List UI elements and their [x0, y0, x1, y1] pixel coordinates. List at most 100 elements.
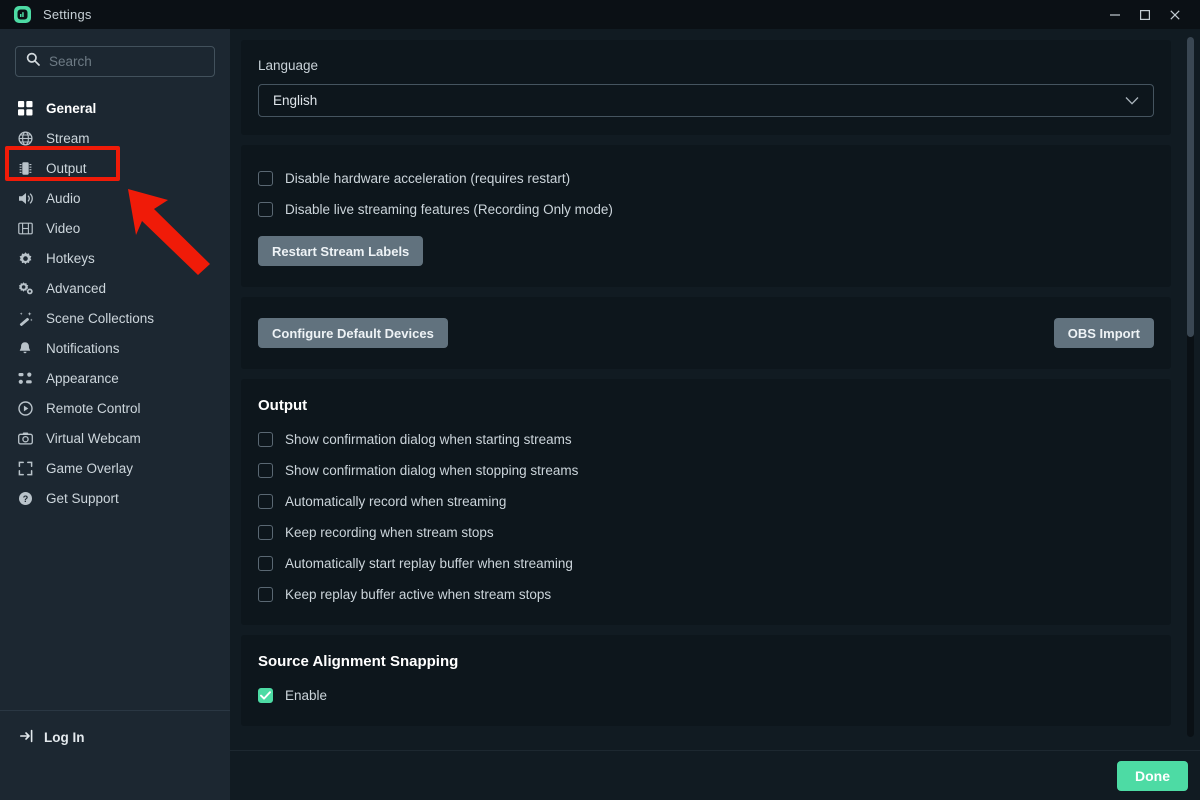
show-confirmation-stopping-checkbox[interactable]	[258, 463, 273, 478]
window-controls	[1100, 0, 1200, 29]
sidebar-item-label: Hotkeys	[46, 250, 95, 266]
sidebar-item-notifications[interactable]: Notifications	[0, 333, 230, 363]
disable-live-streaming-checkbox[interactable]	[258, 202, 273, 217]
checkbox-label: Keep replay buffer active when stream st…	[285, 587, 552, 602]
checkbox-label: Automatically start replay buffer when s…	[285, 556, 573, 571]
settings-window: Settings Search General Stream Output Au…	[0, 0, 1200, 800]
sidebar-item-stream[interactable]: Stream	[0, 123, 230, 153]
checkbox-row[interactable]: Automatically start replay buffer when s…	[258, 551, 1154, 576]
sidebar-item-label: Stream	[46, 130, 90, 146]
configure-default-devices-button[interactable]: Configure Default Devices	[258, 318, 448, 348]
sidebar-item-label: Get Support	[46, 490, 119, 506]
language-value: English	[273, 93, 318, 108]
gear-icon	[18, 249, 38, 267]
gears-icon	[18, 279, 38, 297]
sidebar-item-advanced[interactable]: Advanced	[0, 273, 230, 303]
close-icon[interactable]	[1160, 0, 1190, 29]
sidebar-footer: Log In	[0, 710, 230, 764]
search-field[interactable]	[15, 46, 215, 77]
bottom-bar: Done	[230, 750, 1200, 800]
source-alignment-panel: Source Alignment Snapping Enable	[241, 635, 1171, 726]
sidebar-item-label: Remote Control	[46, 400, 141, 416]
checkbox-row[interactable]: Disable live streaming features (Recordi…	[258, 197, 1154, 222]
chevron-down-icon	[1125, 93, 1139, 108]
settings-scroll-area[interactable]: Language English Disable hardware accele…	[230, 29, 1200, 750]
output-section-title: Output	[258, 397, 308, 414]
sidebar-item-scene-collections[interactable]: Scene Collections	[0, 303, 230, 333]
title-bar: Settings	[0, 0, 1200, 29]
checkbox-label: Automatically record when streaming	[285, 494, 507, 509]
checkbox-label: Disable hardware acceleration (requires …	[285, 171, 571, 186]
language-select[interactable]: English	[258, 84, 1154, 117]
checkbox-row[interactable]: Enable	[258, 683, 1154, 708]
search-input[interactable]	[49, 54, 199, 69]
expand-icon	[18, 459, 38, 477]
output-panel: Output Show confirmation dialog when sta…	[241, 379, 1171, 625]
globe-icon	[18, 129, 38, 147]
sidebar-item-general[interactable]: General	[0, 93, 230, 123]
help-circle-icon: ?	[18, 489, 38, 507]
sidebar-item-label: Appearance	[46, 370, 119, 386]
minimize-icon[interactable]	[1100, 0, 1130, 29]
window-body: General Stream	[0, 29, 1200, 800]
sidebar-item-game-overlay[interactable]: Game Overlay	[0, 453, 230, 483]
sidebar-item-hotkeys[interactable]: Hotkeys	[0, 243, 230, 273]
sidebar-item-get-support[interactable]: ? Get Support	[0, 483, 230, 513]
speaker-icon	[18, 189, 38, 207]
obs-import-button[interactable]: OBS Import	[1053, 318, 1154, 348]
auto-start-replay-buffer-checkbox[interactable]	[258, 556, 273, 571]
sidebar-item-virtual-webcam[interactable]: Virtual Webcam	[0, 423, 230, 453]
scrollbar-thumb[interactable]	[1187, 37, 1194, 337]
checkbox-row[interactable]: Disable hardware acceleration (requires …	[258, 166, 1154, 191]
content-scrollbar[interactable]	[1187, 37, 1194, 737]
film-icon	[18, 219, 38, 237]
search-icon	[26, 52, 40, 71]
checkbox-row[interactable]: Show confirmation dialog when starting s…	[258, 427, 1154, 452]
sidebar: General Stream	[0, 29, 230, 800]
sidebar-item-label: Advanced	[46, 280, 107, 296]
checkbox-label: Enable	[285, 688, 328, 703]
sidebar-item-remote-control[interactable]: Remote Control	[0, 393, 230, 423]
auto-record-when-streaming-checkbox[interactable]	[258, 494, 273, 509]
checkbox-label: Show confirmation dialog when starting s…	[285, 432, 572, 447]
sidebar-nav: General Stream Output Audio Video Hotkey…	[0, 93, 230, 513]
checkbox-label: Show confirmation dialog when stopping s…	[285, 463, 579, 478]
show-confirmation-starting-checkbox[interactable]	[258, 432, 273, 447]
checkbox-row[interactable]: Show confirmation dialog when stopping s…	[258, 458, 1154, 483]
sidebar-item-output[interactable]: Output	[0, 153, 230, 183]
dots-grid-icon	[18, 369, 38, 387]
language-label: Language	[258, 58, 319, 73]
svg-text:?: ?	[23, 494, 29, 504]
bell-icon	[18, 339, 38, 357]
sidebar-item-label: Game Overlay	[46, 460, 134, 476]
keep-recording-when-stream-stops-checkbox[interactable]	[258, 525, 273, 540]
grid-icon	[18, 99, 38, 117]
done-button[interactable]: Done	[1117, 760, 1188, 791]
wand-icon	[18, 309, 38, 327]
sidebar-item-label: Notifications	[46, 340, 120, 356]
login-icon	[20, 729, 35, 746]
settings-content: Language English Disable hardware accele…	[230, 29, 1200, 800]
disable-hardware-acceleration-checkbox[interactable]	[258, 171, 273, 186]
checkbox-row[interactable]: Keep recording when stream stops	[258, 520, 1154, 545]
restart-stream-labels-button[interactable]: Restart Stream Labels	[258, 236, 424, 266]
devices-panel: Configure Default Devices OBS Import	[241, 297, 1171, 369]
maximize-icon[interactable]	[1130, 0, 1160, 29]
sidebar-item-label: General	[46, 100, 97, 116]
chip-icon	[18, 159, 38, 177]
sidebar-item-audio[interactable]: Audio	[0, 183, 230, 213]
login-button[interactable]: Log In	[0, 729, 85, 746]
keep-replay-buffer-active-checkbox[interactable]	[258, 587, 273, 602]
checkbox-label: Keep recording when stream stops	[285, 525, 494, 540]
checkbox-row[interactable]: Automatically record when streaming	[258, 489, 1154, 514]
source-alignment-section-title: Source Alignment Snapping	[258, 653, 459, 670]
sidebar-item-label: Virtual Webcam	[46, 430, 141, 446]
sidebar-item-label: Audio	[46, 190, 81, 206]
sidebar-item-video[interactable]: Video	[0, 213, 230, 243]
source-alignment-enable-checkbox[interactable]	[258, 688, 273, 703]
streamlabs-logo-icon	[14, 6, 31, 23]
camera-icon	[18, 429, 38, 447]
checkbox-row[interactable]: Keep replay buffer active when stream st…	[258, 582, 1154, 607]
sidebar-item-appearance[interactable]: Appearance	[0, 363, 230, 393]
sidebar-item-label: Output	[46, 160, 87, 176]
